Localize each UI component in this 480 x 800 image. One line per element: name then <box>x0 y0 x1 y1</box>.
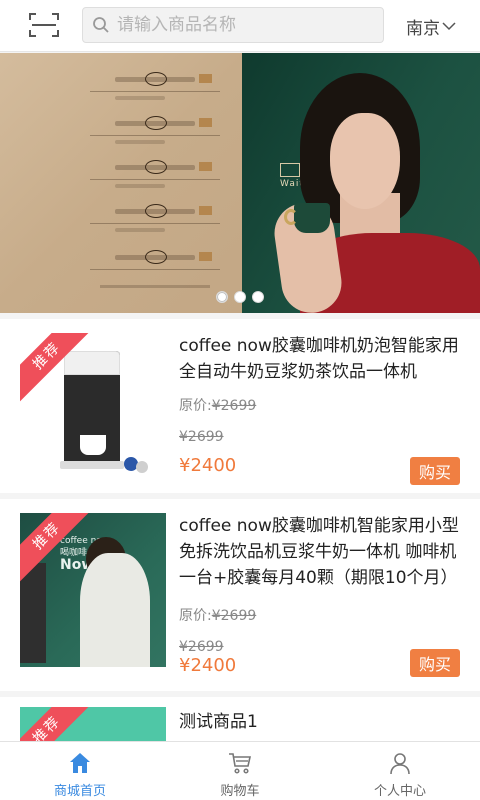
carousel-dot[interactable] <box>252 291 264 303</box>
original-price: 原价:¥2699 <box>179 398 257 414</box>
bottom-tab-bar: 商城首页 购物车 个人中心 <box>0 741 480 800</box>
recommend-badge: 推荐 <box>20 707 96 741</box>
tab-home[interactable]: 商城首页 <box>0 742 160 800</box>
scan-icon[interactable] <box>28 11 60 39</box>
product-image[interactable]: 推荐 <box>20 333 166 479</box>
banner-menu-row <box>90 111 220 147</box>
product-list[interactable]: 推荐 coffee now胶囊咖啡机奶泡智能家用全自动牛奶豆浆奶茶饮品一体机 原… <box>0 313 480 741</box>
product-card[interactable]: 推荐 测试商品1 <box>0 697 480 741</box>
product-title[interactable]: coffee now胶囊咖啡机奶泡智能家用全自动牛奶豆浆奶茶饮品一体机 <box>179 333 465 385</box>
city-selector[interactable]: 南京 <box>406 14 456 39</box>
product-image[interactable]: 推荐 <box>20 707 166 741</box>
carousel-dot[interactable] <box>234 291 246 303</box>
carousel-dot[interactable] <box>216 291 228 303</box>
tab-label: 商城首页 <box>53 784 106 799</box>
tab-label: 个人中心 <box>373 784 426 799</box>
product-title[interactable]: coffee now胶囊咖啡机智能家用小型免拆洗饮品机豆浆牛奶一体机 咖啡机一台… <box>179 513 465 591</box>
cart-icon <box>229 753 251 774</box>
coffee-cup-image <box>294 203 330 233</box>
chevron-down-icon <box>442 22 456 31</box>
sale-price: ¥2400 <box>179 655 237 676</box>
tab-cart[interactable]: 购物车 <box>160 742 320 800</box>
banner-menu-row <box>90 199 220 235</box>
search-box[interactable] <box>82 7 384 43</box>
city-label: 南京 <box>406 18 440 39</box>
buy-button[interactable]: 购买 <box>410 649 460 677</box>
banner-menu-row <box>90 245 220 281</box>
user-icon <box>390 753 410 775</box>
home-icon <box>70 753 90 773</box>
buy-button[interactable]: 购买 <box>410 457 460 485</box>
tab-profile[interactable]: 个人中心 <box>320 742 480 800</box>
banner-menu-row <box>90 67 220 103</box>
banner-model <box>330 113 400 209</box>
banner-left-panel <box>0 53 242 313</box>
search-icon <box>93 17 109 33</box>
carousel-indicators <box>0 291 480 303</box>
product-card[interactable]: 推荐 coffee now胶囊咖啡机奶泡智能家用全自动牛奶豆浆奶茶饮品一体机 原… <box>0 319 480 493</box>
tab-label: 购物车 <box>220 784 260 799</box>
banner-menu-row <box>90 155 220 191</box>
original-price: 原价:¥2699 <box>179 608 257 624</box>
search-input[interactable] <box>117 8 377 42</box>
product-image[interactable]: 推荐 coffee now 喝咖啡 Now! <box>20 513 166 667</box>
top-bar: 南京 <box>0 0 480 52</box>
banner-carousel[interactable]: Wait <box>0 53 480 313</box>
strike-price: ¥2699 <box>179 429 224 445</box>
sale-price: ¥2400 <box>179 455 237 476</box>
product-card[interactable]: 推荐 coffee now 喝咖啡 Now! coffee now胶囊咖啡机智能… <box>0 499 480 691</box>
product-title[interactable]: 测试商品1 <box>179 709 465 735</box>
strike-price: ¥2699 <box>179 639 224 655</box>
